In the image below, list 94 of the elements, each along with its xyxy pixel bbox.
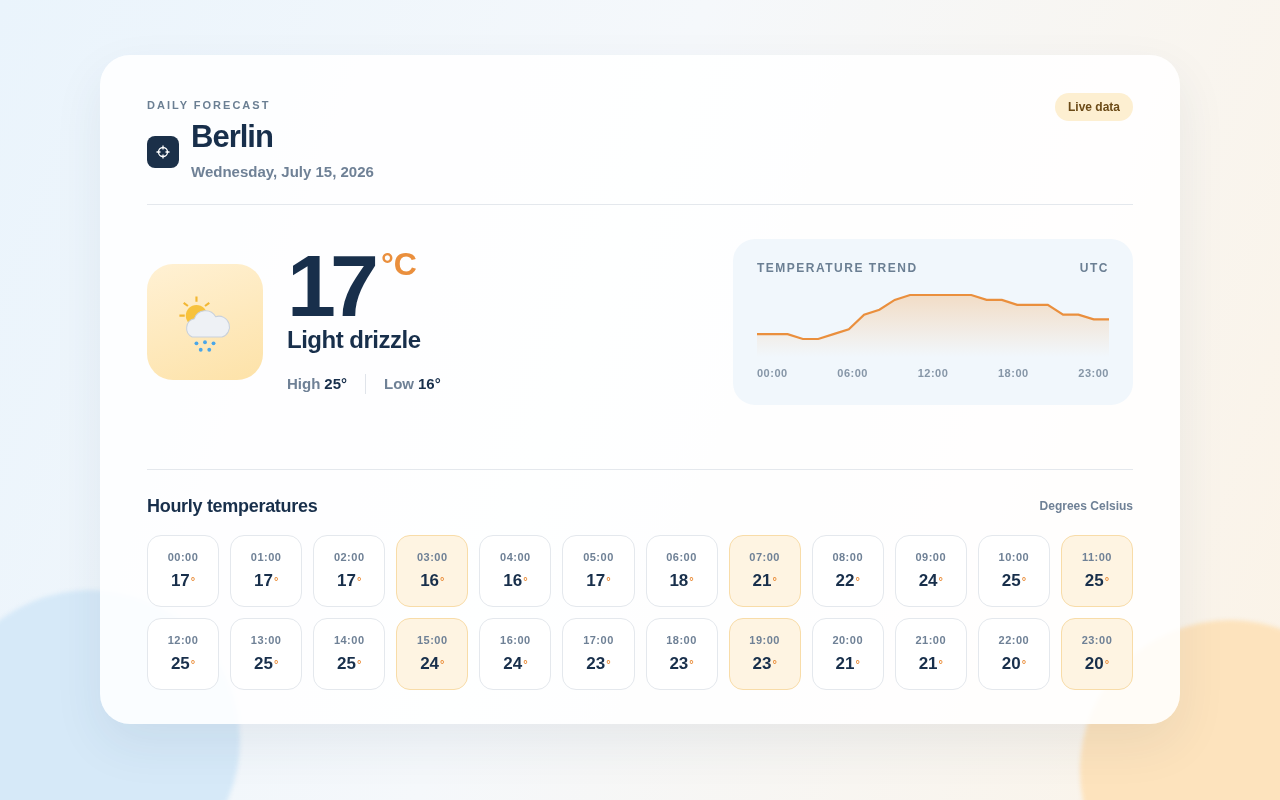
current-temperature: 17 [287,249,373,322]
axis-label: 06:00 [837,366,868,379]
degree-sign: ° [772,574,777,587]
degree-sign: ° [1021,574,1027,587]
hour-temperature: 16 [420,570,440,591]
date-text: Wednesday, July 15, 2026 [191,162,374,180]
degree-sign: ° [855,657,860,670]
degree-sign: ° [273,657,279,670]
hour-time: 12:00 [167,633,199,646]
hour-time: 23:00 [1081,633,1113,646]
hour-time: 11:00 [1081,550,1112,563]
hour-temperature: 21 [835,653,855,674]
hour-temperature: 17 [337,570,356,591]
crosshair-icon [147,136,179,168]
sun-cloud-rain-icon [147,263,263,380]
hour-time: 17:00 [583,633,614,646]
hour-temperature: 25 [253,653,273,674]
hour-time: 22:00 [998,633,1030,646]
high-value: 25° [324,375,347,392]
degree-sign: ° [938,574,943,587]
degree-sign: ° [190,657,196,670]
hour-temperature: 17 [253,570,273,591]
hour-time: 07:00 [749,550,780,563]
degree-sign: ° [356,657,362,670]
hour-time: 01:00 [250,550,282,563]
low-value: 16° [418,375,441,392]
city-name: Berlin [191,118,274,155]
hour-temperature: 20 [1001,653,1021,674]
degree-sign: ° [190,574,196,587]
hour-temperature: 23 [752,653,772,674]
hour-temperature: 23 [669,653,689,674]
degree-sign: ° [440,574,445,587]
unit-note: Degrees Celsius [1039,499,1133,513]
condition-text: Light drizzle [287,325,422,354]
degree-sign: ° [855,574,860,587]
degree-sign: ° [689,574,694,587]
hour-time: 13:00 [250,633,282,646]
low-label: Low [384,375,414,392]
timezone-label: UTC [1079,260,1109,275]
degree-sign: ° [523,574,528,587]
degree-sign: ° [689,657,694,670]
hour-temperature: 23 [586,653,606,674]
hour-time: 20:00 [832,633,863,646]
hour-time: 10:00 [998,550,1030,563]
degree-sign: ° [1104,574,1110,587]
hour-temperature: 21 [752,570,772,591]
degree-sign: ° [440,657,445,670]
hour-temperature: 17 [170,570,190,591]
degree-sign: ° [772,657,777,670]
hour-time: 00:00 [167,550,199,563]
degree-sign: ° [273,574,279,587]
hour-time: 09:00 [915,550,947,563]
hour-temperature: 24 [918,570,938,591]
hour-temperature: 24 [420,653,440,674]
degree-sign: ° [523,657,528,670]
high-label: High [287,375,321,392]
hour-temperature: 22 [835,570,855,591]
hour-temperature: 25 [170,653,190,674]
hour-time: 18:00 [666,633,697,646]
hour-temperature: 24 [503,653,523,674]
hour-temperature: 18 [669,570,689,591]
degree-sign: ° [606,657,611,670]
hour-time: 16:00 [500,633,531,646]
degree-sign: ° [1104,657,1110,670]
axis-label: 18:00 [998,366,1029,379]
hour-temperature: 25 [337,653,356,674]
degree-sign: ° [1021,657,1027,670]
unit-label: °C [380,245,417,283]
hour-time: 15:00 [416,633,448,646]
hour-time: 05:00 [583,550,614,563]
degree-sign: ° [356,574,362,587]
hour-time: 02:00 [333,550,365,563]
axis-label: 00:00 [757,366,788,379]
hour-time: 08:00 [832,550,863,563]
hour-time: 21:00 [915,633,947,646]
hour-time: 14:00 [333,633,365,646]
section-label: DAILY FORECAST [147,98,272,111]
hour-temperature: 17 [586,570,606,591]
trend-title: TEMPERATURE TREND [757,260,918,275]
axis-label: 12:00 [917,366,949,379]
hour-temperature: 21 [918,653,938,674]
degree-sign: ° [938,657,943,670]
live-badge: Live data [1054,92,1133,121]
hour-temperature: 20 [1084,653,1104,674]
axis-label: 23:00 [1078,366,1109,379]
hour-time: 19:00 [749,633,780,646]
degree-sign: ° [606,574,611,587]
hour-time: 03:00 [416,550,448,563]
hour-temperature: 16 [503,570,523,591]
hourly-title: Hourly temperatures [147,495,318,517]
hour-temperature: 25 [1001,570,1021,591]
hour-temperature: 25 [1084,570,1104,591]
hour-time: 04:00 [500,550,531,563]
hour-time: 06:00 [666,550,697,563]
